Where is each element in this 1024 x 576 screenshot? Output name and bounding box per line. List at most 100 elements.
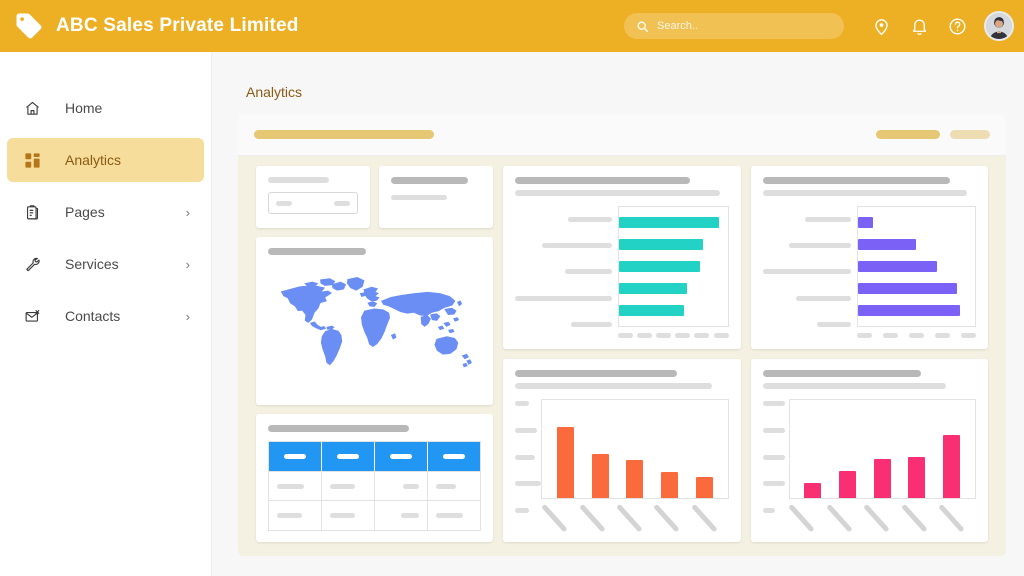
chart-plot-area[interactable] (515, 399, 729, 533)
sidebar-item-analytics[interactable]: Analytics (7, 138, 204, 182)
bar[interactable] (591, 453, 609, 498)
bar[interactable] (804, 483, 822, 498)
category-label-placeholder (789, 243, 851, 249)
chart-x-axis-ticks (617, 327, 729, 338)
bar[interactable] (618, 260, 701, 272)
bar[interactable] (557, 427, 575, 498)
toolbar-title-placeholder (254, 130, 434, 139)
chart-plot-area[interactable] (762, 206, 976, 338)
table-row[interactable] (269, 500, 481, 531)
table-header-cell[interactable] (321, 442, 375, 471)
chart-title-placeholder (515, 177, 691, 184)
search-box[interactable] (624, 13, 844, 39)
table-cell (269, 472, 321, 501)
table-header-label-placeholder (390, 453, 413, 459)
filter-input-affix-placeholder (334, 200, 351, 206)
chart-card-purple-horizontal-bars (750, 166, 988, 349)
chart-card-orange-vertical-bars (503, 359, 741, 542)
sidebar-item-pages[interactable]: Pages › (7, 190, 204, 234)
bell-icon[interactable] (900, 7, 938, 45)
data-table (268, 441, 482, 531)
map-card-title-placeholder (268, 248, 367, 255)
chart-axes-box (617, 206, 729, 327)
bar[interactable] (857, 283, 958, 295)
toolbar-action-primary-placeholder[interactable] (876, 130, 940, 139)
bar[interactable] (943, 435, 961, 498)
table-card-title-placeholder (268, 425, 409, 432)
bar[interactable] (695, 477, 713, 498)
help-circle-icon[interactable] (938, 7, 976, 45)
chart-plot-area[interactable] (762, 399, 976, 533)
chart-category-labels (762, 206, 857, 338)
axis-label-placeholder (900, 503, 928, 533)
bar[interactable] (908, 456, 926, 498)
chart-axes-box (856, 206, 976, 327)
bar[interactable] (857, 216, 873, 228)
axis-label-placeholder (938, 503, 965, 533)
world-map[interactable] (268, 259, 481, 394)
bar[interactable] (618, 238, 703, 250)
category-label-placeholder (515, 295, 612, 301)
dashboard-panel (238, 114, 1006, 556)
chart-title-placeholder (515, 370, 678, 377)
axis-tick-placeholder (882, 333, 898, 338)
toolbar-action-secondary-placeholder[interactable] (950, 130, 990, 139)
chart-subtitle-placeholder (762, 190, 968, 196)
sidebar-item-label: Contacts (65, 308, 121, 324)
bar[interactable] (857, 305, 960, 317)
chart-subtitle-placeholder (762, 383, 947, 389)
table-row[interactable] (269, 470, 481, 501)
bar[interactable] (618, 216, 719, 228)
chart-plot-area[interactable] (515, 206, 729, 338)
main-content: Analytics (212, 52, 1024, 576)
filter-input[interactable] (268, 192, 359, 214)
brand-title: ABC Sales Private Limited (56, 15, 299, 36)
sidebar-item-label: Services (65, 256, 119, 272)
sidebar-item-services[interactable]: Services › (7, 242, 204, 286)
axis-label-placeholder (616, 503, 643, 533)
table-header-cell[interactable] (374, 442, 428, 471)
bar[interactable] (873, 458, 891, 498)
table-cell-placeholder (436, 513, 464, 519)
bar[interactable] (839, 470, 857, 498)
axis-tick-placeholder (762, 508, 775, 513)
chart-card-pink-vertical-bars (750, 359, 988, 542)
search-input[interactable] (657, 20, 832, 32)
table-cell (427, 471, 480, 501)
bar[interactable] (618, 283, 688, 295)
data-table-card (256, 414, 494, 542)
axis-tick-placeholder (694, 333, 710, 338)
sidebar-item-label: Home (65, 100, 103, 116)
chart-axes-box (788, 399, 976, 499)
category-label-placeholder (817, 322, 851, 328)
table-header-label-placeholder (337, 453, 359, 459)
table-cell (374, 471, 427, 501)
axis-label-placeholder (863, 503, 890, 533)
category-label-placeholder (762, 269, 851, 275)
axis-tick-placeholder (515, 427, 538, 433)
avatar[interactable] (984, 11, 1014, 41)
axis-tick-placeholder (762, 481, 785, 487)
brand[interactable]: ABC Sales Private Limited (0, 11, 299, 41)
clipboard-icon (21, 204, 43, 221)
envelope-icon (21, 308, 43, 325)
table-cell-placeholder (403, 483, 420, 489)
table-cell-placeholder (277, 483, 305, 489)
sidebar-item-home[interactable]: Home (7, 86, 204, 130)
axis-label-placeholder (825, 503, 853, 533)
bar[interactable] (857, 238, 917, 250)
table-header-cell[interactable] (269, 442, 322, 471)
bar[interactable] (618, 305, 685, 317)
chevron-right-icon: › (185, 308, 190, 324)
axis-label-placeholder (541, 503, 568, 533)
bar[interactable] (857, 260, 938, 272)
bar[interactable] (626, 459, 644, 498)
bar[interactable] (661, 471, 679, 498)
sidebar-item-contacts[interactable]: Contacts › (7, 294, 204, 338)
table-header-cell[interactable] (427, 442, 481, 471)
table-cell (321, 471, 374, 501)
location-pin-icon[interactable] (862, 7, 900, 45)
axis-tick-placeholder (636, 333, 652, 338)
chart-y-axis-ticks (515, 399, 542, 531)
category-label-placeholder (804, 216, 851, 222)
